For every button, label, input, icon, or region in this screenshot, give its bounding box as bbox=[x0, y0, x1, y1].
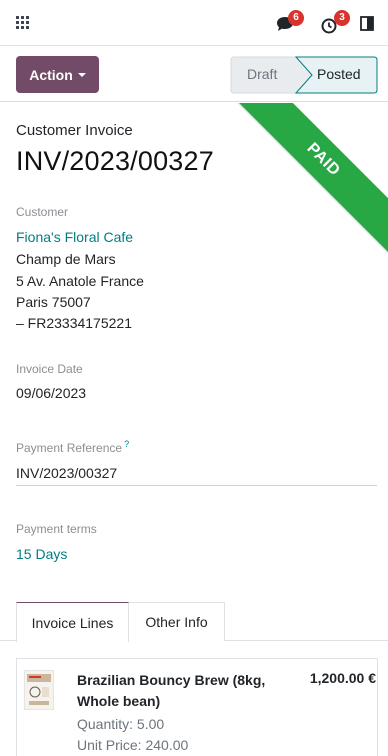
customer-link[interactable]: Fiona's Floral Cafe bbox=[16, 229, 133, 245]
tab-invoice-lines[interactable]: Invoice Lines bbox=[16, 602, 129, 642]
line-unit-price: Unit Price: 240.00 bbox=[77, 737, 189, 753]
invoice-line-card[interactable]: Brazilian Bouncy Brew (8kg, Whole bean) … bbox=[16, 658, 378, 756]
line-subtotal: 1,200.00 € bbox=[309, 670, 376, 686]
activities-button[interactable]: 3 bbox=[318, 10, 350, 36]
status-step-draft[interactable]: Draft bbox=[247, 66, 277, 82]
action-button[interactable]: Action bbox=[16, 56, 99, 93]
invoice-date-label: Invoice Date bbox=[16, 362, 83, 376]
sidebar-toggle-button[interactable] bbox=[358, 10, 386, 36]
document-type: Customer Invoice bbox=[16, 122, 133, 139]
control-panel: Action Draft Posted bbox=[0, 46, 388, 102]
product-image bbox=[24, 670, 54, 710]
paid-ribbon: PAID bbox=[214, 103, 388, 269]
payment-reference-label: Payment Reference? bbox=[16, 439, 129, 455]
payment-reference-value: INV/2023/00327 bbox=[16, 465, 118, 481]
line-quantity: Quantity: 5.00 bbox=[77, 716, 165, 732]
customer-address-line-2: 5 Av. Anatole France bbox=[16, 273, 144, 289]
status-step-posted: Posted bbox=[317, 66, 361, 82]
line-product-name: Brazilian Bouncy Brew (8kg, Whole bean) bbox=[77, 672, 266, 709]
form-sheet: PAID Customer Invoice INV/2023/00327 Cus… bbox=[0, 103, 388, 756]
caret-down-icon bbox=[77, 73, 86, 77]
payment-reference-field[interactable]: INV/2023/00327 bbox=[16, 460, 377, 486]
top-navbar: 6 3 bbox=[0, 0, 388, 46]
customer-address-line-1: Champ de Mars bbox=[16, 251, 116, 267]
invoice-number-title: INV/2023/00327 bbox=[16, 146, 214, 176]
messages-button[interactable]: 6 bbox=[272, 10, 304, 36]
help-tooltip-icon[interactable]: ? bbox=[124, 439, 129, 449]
tab-other-info[interactable]: Other Info bbox=[129, 602, 225, 641]
payment-terms-label: Payment terms bbox=[16, 522, 97, 536]
messages-badge: 6 bbox=[288, 10, 304, 26]
activities-badge: 3 bbox=[334, 10, 350, 26]
coffee-bag-icon bbox=[27, 674, 51, 705]
action-button-label: Action bbox=[29, 66, 73, 83]
customer-address-line-3: Paris 75007 bbox=[16, 294, 91, 310]
panel-toggle-icon bbox=[360, 16, 374, 31]
invoice-date-value[interactable]: 09/06/2023 bbox=[16, 385, 86, 401]
notebook-tabs: Invoice Lines Other Info bbox=[0, 602, 388, 642]
apps-grid-icon[interactable] bbox=[16, 16, 30, 30]
payment-reference-label-text: Payment Reference bbox=[16, 441, 123, 455]
payment-terms-value[interactable]: 15 Days bbox=[16, 546, 67, 562]
customer-label: Customer bbox=[16, 205, 69, 219]
customer-vat: – FR23334175221 bbox=[16, 315, 132, 331]
